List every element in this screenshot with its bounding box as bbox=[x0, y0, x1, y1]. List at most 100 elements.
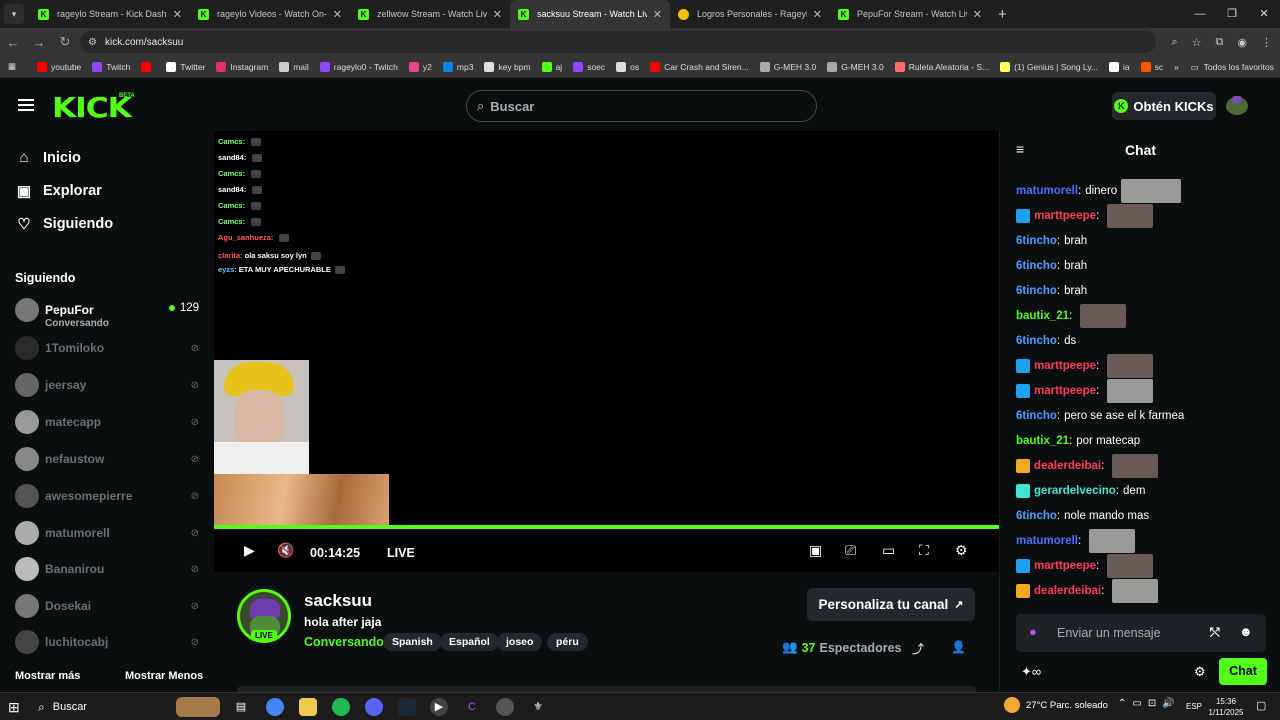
chat-username[interactable]: bautix_21 bbox=[1016, 310, 1069, 322]
microphone-icon[interactable]: ● bbox=[1029, 624, 1037, 639]
bookmark-item[interactable]: (1) Genius | Song Ly... bbox=[1000, 61, 1098, 72]
steam-icon[interactable] bbox=[398, 698, 416, 716]
stream-category[interactable]: Conversando bbox=[304, 635, 384, 649]
chat-username[interactable]: 6tincho bbox=[1016, 260, 1057, 272]
chat-username[interactable]: 6tincho bbox=[1016, 335, 1057, 347]
following-channel[interactable]: matumorell ⊘ bbox=[15, 518, 205, 548]
following-channel[interactable]: 1Tomiloko ⊘ bbox=[15, 333, 205, 363]
bookmark-item[interactable]: G-MEH 3.0 bbox=[827, 61, 884, 72]
chat-username[interactable]: 6tincho bbox=[1016, 235, 1057, 247]
browser-tab-active[interactable]: Ksacksuu Stream - Watch Live on Kick ✕ bbox=[510, 0, 670, 28]
chat-username[interactable]: 6tincho bbox=[1016, 410, 1057, 422]
bookmark-item[interactable]: G-MEH 3.0 bbox=[759, 61, 816, 72]
task-view-icon[interactable]: ▤ bbox=[232, 698, 250, 716]
fullscreen-icon[interactable]: ⛶ bbox=[919, 542, 929, 559]
close-tab-icon[interactable]: ✕ bbox=[813, 8, 822, 21]
profile-icon[interactable]: ◉ bbox=[1237, 36, 1247, 49]
show-more-link[interactable]: Mostrar más bbox=[15, 670, 80, 682]
following-channel[interactable]: awesomepierre ⊘ bbox=[15, 481, 205, 511]
more-bookmarks-icon[interactable]: » bbox=[1174, 62, 1179, 72]
bookmark-star-icon[interactable]: ☆ bbox=[1192, 36, 1202, 49]
user-avatar[interactable] bbox=[1224, 94, 1250, 116]
share-icon[interactable]: ⤴ bbox=[912, 640, 924, 657]
chat-username[interactable]: bautix_21 bbox=[1016, 435, 1069, 447]
search-input[interactable]: ⌕ Buscar bbox=[466, 90, 817, 122]
app-icon[interactable]: ⚜ bbox=[529, 698, 547, 716]
clip-icon[interactable]: ⎚ bbox=[845, 542, 856, 559]
bookmark-item[interactable]: Twitter bbox=[166, 61, 205, 72]
all-bookmarks-button[interactable]: ▭ Todos los favoritos bbox=[1191, 56, 1274, 78]
hamburger-menu-icon[interactable] bbox=[18, 99, 34, 111]
bookmark-item[interactable]: Instagram bbox=[216, 61, 268, 72]
chat-username[interactable]: marttpeepe bbox=[1034, 210, 1096, 222]
chat-username[interactable]: matumorell bbox=[1016, 535, 1078, 547]
windows-start-icon[interactable]: ⊞ bbox=[8, 699, 20, 716]
url-text[interactable]: kick.com/sacksuu bbox=[105, 37, 183, 48]
chrome-icon[interactable] bbox=[266, 698, 284, 716]
media-player-icon[interactable]: ▶ bbox=[430, 698, 448, 716]
close-tab-icon[interactable]: ✕ bbox=[493, 8, 502, 21]
theater-mode-icon[interactable]: ▭ bbox=[882, 542, 895, 559]
tag[interactable]: Español bbox=[440, 633, 499, 651]
notification-icon[interactable]: ▢ bbox=[1256, 699, 1266, 712]
weather-widget[interactable]: 27°C Parc. soleado bbox=[1004, 697, 1108, 713]
emoji-icon[interactable]: ☻ bbox=[1239, 624, 1253, 639]
chat-message-input[interactable]: ● Enviar un mensaje ⤲ ☻ bbox=[1016, 614, 1266, 652]
taskbar-search[interactable]: ⌕ Buscar bbox=[32, 696, 222, 718]
bookmark-item[interactable]: key bpm bbox=[484, 61, 531, 72]
chevron-up-icon[interactable]: ⌃ bbox=[1118, 698, 1126, 709]
following-channel[interactable]: luchitocabj ⊘ bbox=[15, 627, 205, 657]
following-channel[interactable]: jeersay ⊘ bbox=[15, 370, 205, 400]
zoom-icon[interactable]: ⌕ bbox=[1171, 36, 1177, 49]
personalize-channel-button[interactable]: Personaliza tu canal ↗ bbox=[807, 588, 975, 621]
follow-icon[interactable]: 👤 bbox=[951, 640, 966, 654]
send-chat-button[interactable]: Chat bbox=[1219, 658, 1267, 685]
muted-volume-icon[interactable]: 🔇 bbox=[277, 542, 294, 559]
kick-emote-icon[interactable]: ⤲ bbox=[1210, 625, 1220, 640]
url-bar[interactable]: ⚙ kick.com/sacksuu bbox=[80, 31, 1156, 53]
close-tab-icon[interactable]: ✕ bbox=[333, 8, 342, 21]
bookmark-item[interactable]: Car Crash and Siren... bbox=[650, 61, 749, 72]
following-channel[interactable]: matecapp ⊘ bbox=[15, 407, 205, 437]
bookmark-item[interactable]: sc bbox=[1140, 61, 1163, 72]
minimize-icon[interactable]: — bbox=[1184, 0, 1216, 28]
chat-username[interactable]: marttpeepe bbox=[1034, 560, 1096, 572]
restore-icon[interactable]: ❐ bbox=[1216, 0, 1248, 28]
apps-grid-icon[interactable]: ▦ bbox=[8, 61, 16, 72]
chat-username[interactable]: dealerdeibai bbox=[1034, 460, 1101, 472]
chat-username[interactable]: marttpeepe bbox=[1034, 385, 1096, 397]
close-tab-icon[interactable]: ✕ bbox=[653, 8, 662, 21]
following-channel-live[interactable]: PepuFor Conversando 129 bbox=[15, 295, 205, 329]
close-tab-icon[interactable]: ✕ bbox=[173, 8, 182, 21]
browser-tab[interactable]: Krageylo Stream - Kick Dashboard ✕ bbox=[30, 0, 190, 28]
network-icon[interactable]: ⊡ bbox=[1148, 698, 1156, 709]
bookmark-item[interactable]: Ruleta Aleatoria - S... bbox=[894, 61, 989, 72]
bookmark-item[interactable] bbox=[141, 61, 155, 72]
chat-username[interactable]: matumorell bbox=[1016, 185, 1078, 197]
bookmark-item[interactable]: soec bbox=[573, 61, 605, 72]
progress-bar[interactable] bbox=[214, 525, 999, 529]
tray-app-icon[interactable]: ▭ bbox=[1132, 698, 1141, 709]
bookmark-item[interactable]: Twitch bbox=[92, 61, 130, 72]
discord-icon[interactable] bbox=[365, 698, 383, 716]
bookmark-item[interactable]: y2 bbox=[408, 61, 432, 72]
tag[interactable]: Spanish bbox=[383, 633, 442, 651]
settings-gear-icon[interactable]: ⚙ bbox=[955, 542, 968, 559]
rewards-icon[interactable]: ✦∞ bbox=[1021, 664, 1041, 680]
play-icon[interactable]: ▶ bbox=[244, 542, 255, 559]
new-tab-icon[interactable]: + bbox=[998, 6, 1007, 23]
site-info-icon[interactable]: ⚙ bbox=[88, 37, 97, 48]
app-c-icon[interactable]: C bbox=[463, 698, 481, 716]
reload-icon[interactable]: ↻ bbox=[52, 34, 78, 50]
tag[interactable]: joseo bbox=[497, 633, 543, 651]
back-icon[interactable]: ← bbox=[0, 35, 26, 50]
chat-username[interactable]: dealerdeibai bbox=[1034, 585, 1101, 597]
bookmark-item[interactable]: rageylo0 - Twitch bbox=[319, 61, 398, 72]
nav-home[interactable]: ⌂ Inicio bbox=[16, 149, 80, 166]
show-less-link[interactable]: Mostrar Menos bbox=[125, 670, 203, 682]
following-channel[interactable]: nefaustow ⊘ bbox=[15, 444, 205, 474]
bookmark-item[interactable]: os bbox=[616, 61, 639, 72]
browser-tab[interactable]: Krageylo Videos - Watch On-Demand ✕ bbox=[190, 0, 350, 28]
volume-icon[interactable]: 🔊 bbox=[1162, 698, 1174, 709]
tag[interactable]: péru bbox=[547, 633, 588, 651]
